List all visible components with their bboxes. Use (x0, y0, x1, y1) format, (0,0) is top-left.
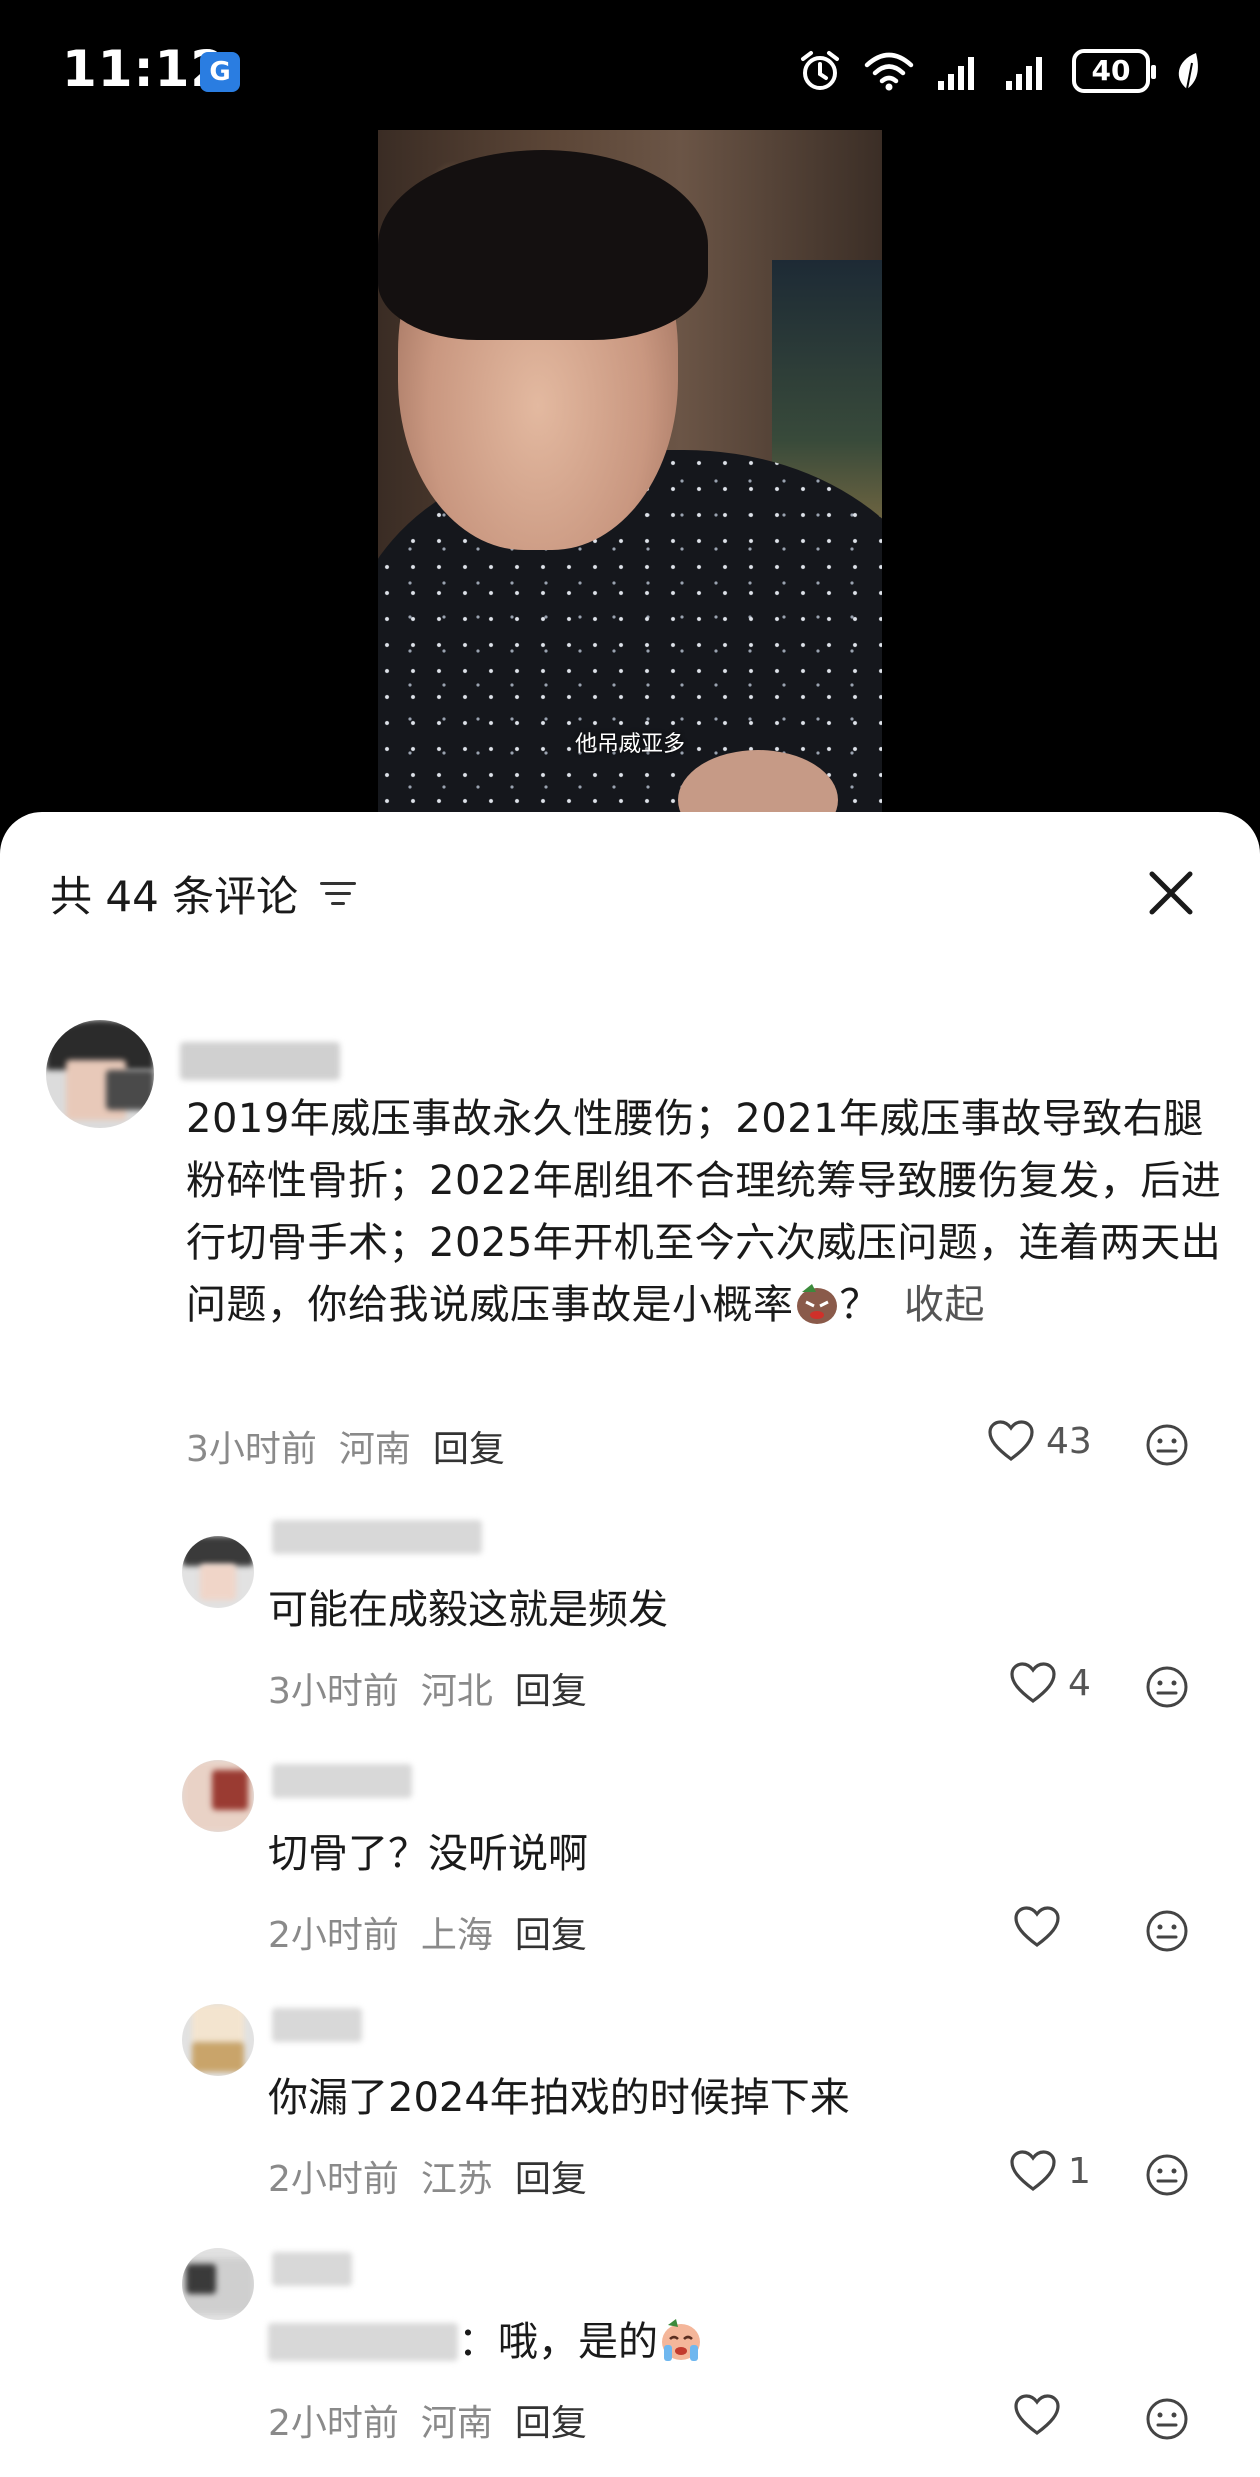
comment-text: 你漏了2024年拍戏的时候掉下来 (268, 2075, 850, 2121)
comment-time: 3小时前 (186, 1429, 317, 1470)
sort-icon[interactable] (320, 878, 357, 908)
signal-icon (938, 57, 974, 90)
username-redacted[interactable] (272, 1764, 412, 1798)
like-button[interactable]: 4 (1010, 1662, 1091, 1704)
heart-icon (988, 1420, 1034, 1461)
comment-time: 2小时前 (268, 2159, 399, 2200)
username-redacted[interactable] (272, 1520, 482, 1554)
comment-time: 3小时前 (268, 1671, 399, 1712)
comment-time: 2小时前 (268, 2403, 399, 2444)
video-player[interactable]: 他吊威亚多 (378, 130, 882, 830)
comment-location: 河北 (420, 1671, 493, 1712)
emoji-reaction-icon[interactable] (1144, 2396, 1190, 2442)
signal-icon (1006, 57, 1042, 90)
collapse-link[interactable]: 收起 (904, 1282, 985, 1328)
status-bar: 11:12 G 40 (0, 0, 1260, 130)
sort-icon-line (325, 892, 352, 895)
reply-target-redacted[interactable] (268, 2323, 458, 2361)
reply-button[interactable]: 回复 (515, 2150, 587, 2202)
heart-icon (1014, 2394, 1060, 2435)
video-subtitle: 他吊威亚多 (574, 732, 685, 757)
comment-meta: 3小时前 河南 回复 (186, 1420, 505, 1472)
username-redacted[interactable] (272, 2008, 362, 2042)
avatar[interactable] (182, 2004, 254, 2076)
reply-button[interactable]: 回复 (433, 1420, 505, 1472)
comment-meta: 3小时前 河北 回复 (268, 1662, 587, 1714)
close-icon[interactable] (1138, 860, 1204, 926)
status-icons: 40 (798, 46, 1202, 96)
app-notification-icon: G (200, 52, 240, 92)
comment-meta: 2小时前 河南 回复 (268, 2394, 587, 2446)
sort-icon-line (320, 882, 357, 885)
like-count: 4 (1068, 1662, 1091, 1704)
comment-location: 河南 (420, 2403, 493, 2444)
comment-text: 切骨了？没听说啊 (268, 1831, 588, 1877)
comment-count-title: 共 44 条评论 (50, 871, 299, 921)
comment-body: ：哦，是的 (458, 2319, 658, 2365)
battery-icon: 40 (1072, 49, 1156, 93)
like-button[interactable] (1014, 1906, 1072, 1948)
avatar[interactable] (182, 2248, 254, 2320)
emoji-reaction-icon[interactable] (1144, 1908, 1190, 1954)
comment-location: 河南 (338, 1429, 411, 1470)
comment-text: 2019年威压事故永久性腰伤；2021年威压事故导致右腿粉碎性骨折；2022年剧… (186, 1088, 1226, 1336)
comment-time: 2小时前 (268, 1915, 399, 1956)
sort-icon-line (331, 902, 346, 905)
emoji-angry-icon (796, 1284, 837, 1324)
alarm-icon (801, 51, 839, 90)
reply-button[interactable]: 回复 (515, 2394, 587, 2446)
comments-header: 共 44 条评论 (50, 858, 357, 928)
like-button[interactable]: 43 (988, 1420, 1092, 1462)
comment-question-mark: ？ (839, 1282, 880, 1328)
comment-item: 2019年威压事故永久性腰伤；2021年威压事故导致右腿粉碎性骨折；2022年剧… (0, 1020, 1260, 1328)
comment-text: 可能在成毅这就是频发 (268, 1587, 668, 1633)
emoji-reaction-icon[interactable] (1144, 1664, 1190, 1710)
avatar[interactable] (46, 1020, 154, 1128)
comment-text: ：哦，是的 (268, 2314, 704, 2370)
comment-location: 上海 (420, 1915, 493, 1956)
emoji-reaction-icon[interactable] (1144, 1422, 1190, 1468)
heart-icon (1010, 2150, 1056, 2191)
username-redacted[interactable] (272, 2252, 352, 2286)
username-redacted[interactable] (180, 1042, 340, 1080)
reply-button[interactable]: 回复 (515, 1662, 587, 1714)
like-button[interactable]: 1 (1010, 2150, 1091, 2192)
heart-icon (1010, 1662, 1056, 1703)
wifi-icon (864, 52, 914, 91)
comment-meta: 2小时前 江苏 回复 (268, 2150, 587, 2202)
like-button[interactable] (1014, 2394, 1072, 2436)
comment-body: 2019年威压事故永久性腰伤；2021年威压事故导致右腿粉碎性骨折；2022年剧… (186, 1096, 1222, 1328)
comment-location: 江苏 (420, 2159, 493, 2200)
emoji-reaction-icon[interactable] (1144, 2152, 1190, 2198)
comment-meta: 2小时前 上海 回复 (268, 1906, 587, 1958)
comments-sheet: 共 44 条评论 2019年威压事故永久性腰伤；2021年威压事故导致右腿粉碎性… (0, 812, 1260, 2477)
avatar[interactable] (182, 1536, 254, 1608)
avatar[interactable] (182, 1760, 254, 1832)
leaf-icon (1178, 53, 1198, 90)
like-count: 1 (1068, 2150, 1091, 2192)
heart-icon (1014, 1906, 1060, 1947)
video-person-hair (378, 150, 708, 340)
like-count: 43 (1046, 1420, 1092, 1462)
reply-button[interactable]: 回复 (515, 1906, 587, 1958)
emoji-crying-icon (662, 2319, 700, 2361)
